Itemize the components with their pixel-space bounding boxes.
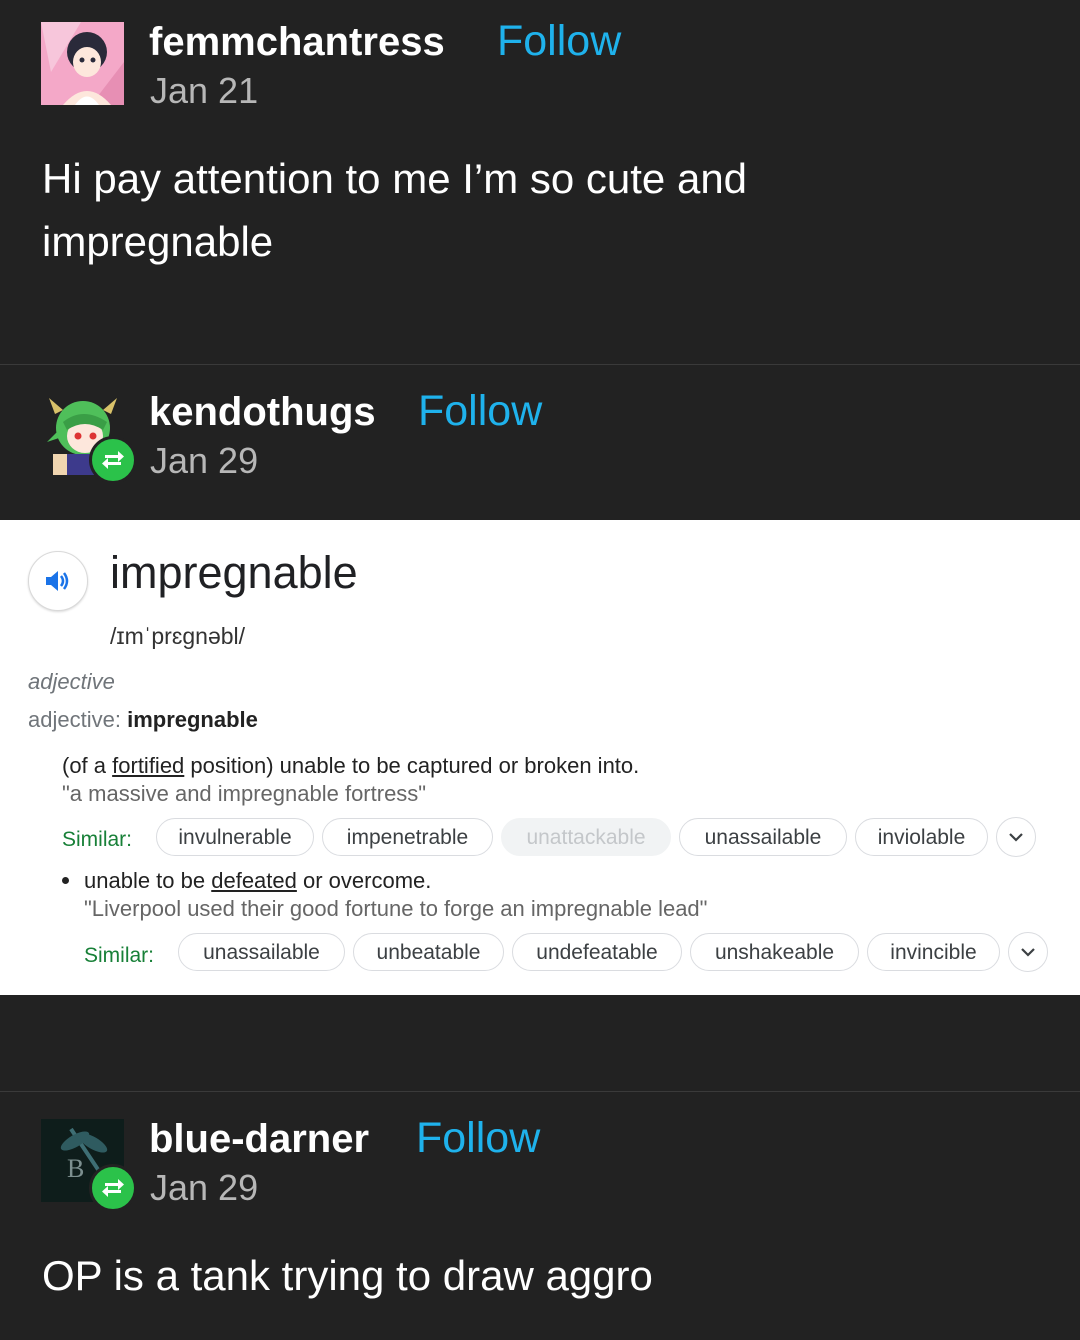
username[interactable]: blue-darner [149, 1119, 369, 1159]
post-date[interactable]: Jan 29 [150, 443, 258, 479]
bullet [62, 877, 69, 884]
divider [0, 1091, 1080, 1092]
chevron-down-icon [1021, 948, 1035, 957]
follow-button[interactable]: Follow [497, 20, 621, 63]
similar-chip[interactable]: invulnerable [156, 818, 314, 856]
pos-word: impregnable [127, 707, 258, 732]
reblog-icon [89, 436, 137, 484]
reblog-icon [89, 1164, 137, 1212]
similar-label: Similar: [62, 828, 133, 851]
avatar-letter: B [67, 1154, 84, 1183]
post-body: Hi pay attention to me I’m so cute and i… [42, 147, 747, 273]
similar-chip[interactable]: inviolable [855, 818, 988, 856]
speaker-icon [46, 571, 69, 591]
definition-text: or overcome. [296, 868, 432, 893]
avatar[interactable] [41, 22, 124, 105]
username[interactable]: femmchantress [149, 22, 445, 62]
expand-similar-button[interactable] [996, 817, 1036, 857]
definition-link[interactable]: fortified [112, 753, 184, 778]
chevron-down-icon [1009, 833, 1023, 842]
post-body-line: impregnable [42, 218, 274, 265]
similar-chip[interactable]: unassailable [679, 818, 847, 856]
post-date[interactable]: Jan 29 [150, 1170, 258, 1206]
similar-chip[interactable]: invincible [867, 933, 1000, 971]
follow-button[interactable]: Follow [418, 390, 542, 433]
similar-chip[interactable]: unassailable [178, 933, 345, 971]
similar-label: Similar: [84, 944, 155, 967]
divider [0, 364, 1080, 365]
example-sentence: "Liverpool used their good fortune to fo… [84, 896, 708, 921]
pos-label: adjective: [28, 707, 121, 732]
dictionary-word: impregnable [110, 547, 358, 598]
similar-chip[interactable]: unshakeable [690, 933, 859, 971]
similar-chip[interactable]: unbeatable [353, 933, 504, 971]
phonetic: /ɪmˈprɛɡnəbl/ [110, 623, 246, 649]
post-body: OP is a tank trying to draw aggro [42, 1252, 653, 1299]
part-of-speech: adjective [28, 669, 115, 694]
definition-link[interactable]: defeated [211, 868, 297, 893]
post-date[interactable]: Jan 21 [150, 73, 258, 109]
username[interactable]: kendothugs [149, 392, 376, 432]
example-sentence: "a massive and impregnable fortress" [62, 781, 427, 806]
definition-text: position) unable to be captured or broke… [184, 753, 640, 778]
similar-chip[interactable]: impenetrable [322, 818, 493, 856]
dictionary-card: impregnable /ɪmˈprɛɡnəbl/ adjective adje… [0, 520, 1080, 995]
definition-text: (of a [62, 753, 113, 778]
expand-similar-button[interactable] [1008, 932, 1048, 972]
pronunciation-button[interactable] [28, 551, 88, 611]
follow-button[interactable]: Follow [416, 1117, 540, 1160]
definition-text: unable to be [84, 868, 212, 893]
post-body-line: Hi pay attention to me I’m so cute and [42, 155, 748, 202]
similar-chip[interactable]: undefeatable [512, 933, 682, 971]
definition: unable to be defeated or overcome. [84, 868, 431, 894]
part-of-speech-line: adjective: impregnable [28, 707, 258, 733]
definition: (of a fortified position) unable to be c… [62, 753, 639, 779]
similar-chip: unattackable [501, 818, 671, 856]
